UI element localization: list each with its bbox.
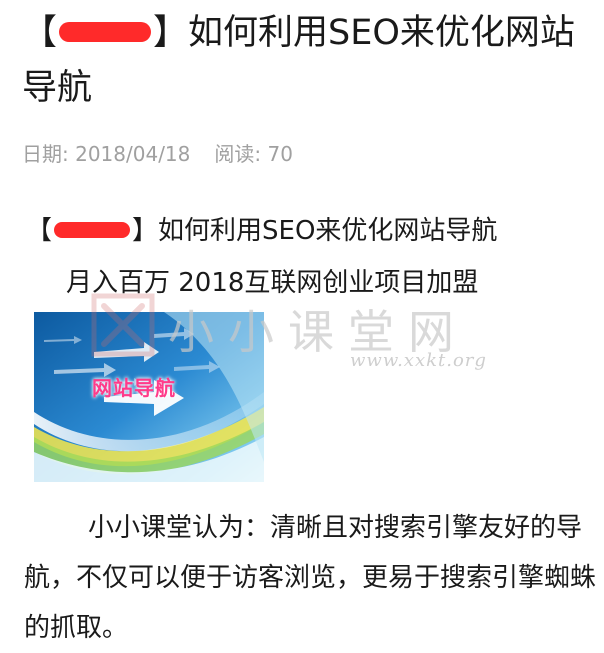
title-redaction-mark [59, 22, 152, 42]
watermark-url: www.xxkt.org [350, 350, 487, 371]
reads-label: 阅读: [214, 142, 262, 166]
date-value: 2018/04/18 [75, 142, 191, 166]
watermark-logo-icon [91, 293, 155, 357]
article-meta: 日期: 2018/04/18 阅读: 70 [22, 141, 293, 167]
date-label: 日期: [22, 142, 69, 166]
title-bracket-open: 【 [22, 13, 58, 53]
reads-value: 70 [267, 142, 293, 166]
banner-label: 网站导航 [92, 376, 176, 400]
intro-redaction-mark [54, 221, 131, 238]
intro-title-line: 【 】如何利用SEO来优化网站导航 [26, 214, 497, 248]
intro-title-text: 】如何利用SEO来优化网站导航 [132, 216, 498, 246]
article-title: 【】如何利用SEO来优化网站导航 [22, 6, 592, 116]
body-paragraph: 小小课堂认为：清晰且对搜索引擎友好的导航，不仅可以便于访客浏览，更易于搜索引擎蜘… [24, 513, 597, 643]
intro-bracket-open: 【 [26, 216, 53, 246]
